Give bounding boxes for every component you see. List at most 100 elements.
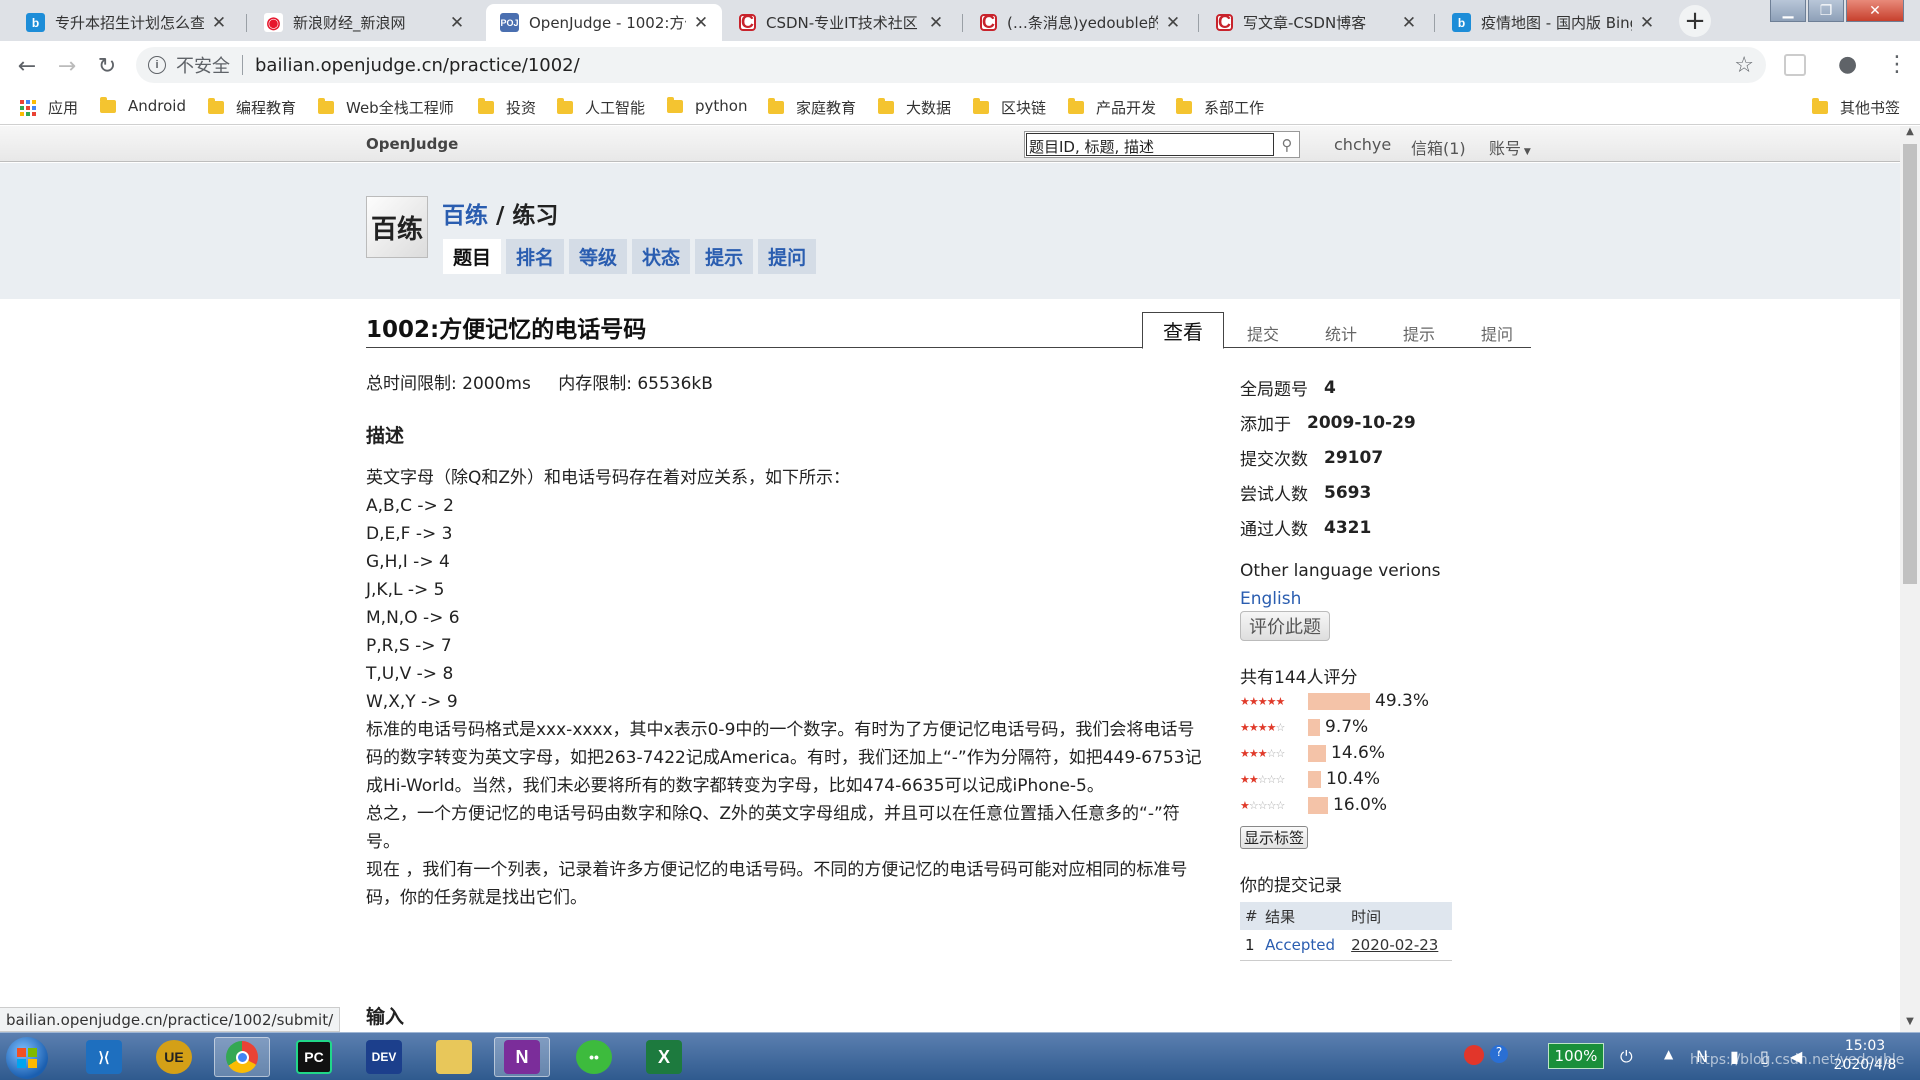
close-icon[interactable]: ✕: [692, 13, 710, 33]
new-tab-button[interactable]: +: [1679, 5, 1711, 37]
bookmark-apps[interactable]: 应用: [20, 97, 78, 118]
taskbar-app[interactable]: DEV: [356, 1037, 412, 1077]
other-bookmarks[interactable]: 其他书签: [1812, 97, 1900, 118]
bookmark-folder[interactable]: 编程教育: [208, 97, 296, 118]
bookmark-folder[interactable]: 大数据: [878, 97, 951, 118]
tab-submit[interactable]: 提交: [1224, 318, 1302, 348]
close-icon[interactable]: ✕: [1638, 13, 1656, 33]
bookmark-folder[interactable]: 家庭教育: [768, 97, 856, 118]
sogou-icon[interactable]: [1464, 1045, 1484, 1065]
start-button[interactable]: [6, 1037, 48, 1079]
browser-tab[interactable]: C 写文章-CSDN博客 ✕: [1202, 4, 1430, 41]
close-icon[interactable]: ✕: [1164, 13, 1182, 33]
url-text[interactable]: bailian.openjudge.cn/practice/1002/: [255, 55, 580, 76]
bookmark-folder[interactable]: 投资: [478, 97, 536, 118]
tray-expand-icon[interactable]: ▲: [1664, 1047, 1673, 1061]
oj-brand-link[interactable]: OpenJudge: [366, 135, 458, 153]
taskbar-app[interactable]: [214, 1037, 270, 1077]
nav-hints[interactable]: 提示: [695, 239, 754, 274]
extension-icon[interactable]: [1784, 54, 1806, 76]
browser-tab[interactable]: ◉ 新浪财经_新浪网 ✕: [250, 4, 478, 41]
breadcrumb-bailian[interactable]: 百练: [442, 203, 488, 229]
browser-toolbar: ← → ↻ i 不安全 bailian.openjudge.cn/practic…: [0, 41, 1920, 89]
account-menu[interactable]: 账号 ▼: [1489, 135, 1531, 159]
bookmark-folder[interactable]: 系部工作: [1176, 97, 1264, 118]
folder-icon: [100, 96, 116, 113]
csdn-icon: C: [739, 12, 756, 32]
scroll-down-icon[interactable]: ▼: [1900, 1016, 1920, 1032]
help-icon[interactable]: ?: [1490, 1045, 1508, 1063]
menu-icon[interactable]: ⋮: [1886, 52, 1908, 77]
rating-stars-icon: ★★★★★: [1240, 694, 1285, 708]
page-scrollbar[interactable]: ▲ ▼: [1900, 126, 1920, 1032]
forward-icon[interactable]: →: [54, 53, 80, 79]
english-version-link[interactable]: English: [1240, 589, 1490, 609]
bailian-logo[interactable]: 百练: [366, 196, 428, 258]
browser-tab[interactable]: b 专升本招生计划怎么查 ✕: [12, 4, 240, 41]
back-icon[interactable]: ←: [14, 53, 40, 79]
tab-view[interactable]: 查看: [1142, 312, 1224, 349]
browser-tab[interactable]: C CSDN-专业IT技术社区 ✕: [725, 4, 957, 41]
bookmark-folder[interactable]: Android: [100, 96, 186, 115]
user-link[interactable]: chchye: [1334, 135, 1391, 154]
watermark-text: https://blog.csdn.net/yedouble: [1690, 1052, 1905, 1068]
description: 英文字母（除Q和Z外）和电话号码存在着对应关系，如下所示： A,B,C -> 2…: [366, 464, 1206, 912]
taskbar-app[interactable]: [426, 1037, 482, 1077]
bookmark-folder[interactable]: 产品开发: [1068, 97, 1156, 118]
caret-down-icon: ▼: [1521, 147, 1531, 157]
browser-tab-active[interactable]: POJ OpenJudge - 1002:方便 ✕: [486, 4, 722, 41]
taskbar-app[interactable]: PC: [286, 1037, 342, 1077]
bookmark-folder[interactable]: 人工智能: [557, 97, 645, 118]
close-icon[interactable]: ✕: [927, 13, 945, 33]
power-plug-icon[interactable]: ⏻: [1620, 1047, 1633, 1067]
search-input[interactable]: 题目ID, 标题, 描述: [1026, 133, 1274, 156]
info-row: 尝试人数 5693: [1240, 482, 1372, 506]
col-result: 结果: [1260, 902, 1347, 930]
close-icon[interactable]: ✕: [210, 13, 228, 33]
taskbar-app[interactable]: ⟩⟨: [76, 1037, 132, 1077]
bookmark-star-icon[interactable]: ☆: [1734, 53, 1754, 78]
taskbar-app[interactable]: UE: [146, 1037, 202, 1077]
address-bar[interactable]: i 不安全 bailian.openjudge.cn/practice/1002…: [136, 47, 1766, 83]
desc-line: P,R,S -> 7: [366, 636, 452, 656]
tab-questions[interactable]: 提问: [1458, 318, 1536, 348]
maximize-button[interactable]: ❐: [1808, 0, 1844, 22]
rate-problem-button[interactable]: 评价此题: [1240, 611, 1330, 641]
submission-heading: 你的提交记录: [1240, 876, 1342, 896]
minimize-button[interactable]: ▁: [1770, 0, 1806, 22]
profile-icon[interactable]: ●: [1838, 52, 1857, 77]
tab-statistics[interactable]: 统计: [1302, 318, 1380, 348]
browser-tab[interactable]: b 疫情地图 - 国内版 Bing ✕: [1438, 4, 1668, 41]
submission-time[interactable]: 2020-02-23: [1346, 930, 1452, 961]
taskbar-app[interactable]: X: [636, 1037, 692, 1077]
close-icon[interactable]: ✕: [448, 13, 466, 33]
browser-tab[interactable]: C (…条消息)yedouble的 ✕: [966, 4, 1194, 41]
nav-ranking[interactable]: 排名: [506, 239, 565, 274]
pycharm-icon: PC: [296, 1040, 332, 1074]
tab-hints[interactable]: 提示: [1380, 318, 1458, 348]
taskbar-app[interactable]: N: [494, 1037, 550, 1077]
scroll-up-icon[interactable]: ▲: [1900, 126, 1920, 142]
show-tags-button[interactable]: 显示标签: [1240, 826, 1309, 849]
info-icon[interactable]: i: [148, 56, 166, 74]
nav-questions[interactable]: 提问: [758, 239, 817, 274]
battery-badge[interactable]: 100%: [1548, 1043, 1604, 1069]
bookmark-folder[interactable]: Web全栈工程师: [318, 97, 454, 118]
bookmark-folder[interactable]: python: [667, 96, 747, 115]
rating-bar: [1308, 744, 1326, 762]
nav-status[interactable]: 状态: [632, 239, 691, 274]
taskbar-app[interactable]: ••: [566, 1037, 622, 1077]
memory-limit: 内存限制: 65536kB: [558, 374, 713, 394]
bookmark-folder[interactable]: 区块链: [973, 97, 1046, 118]
nav-levels[interactable]: 等级: [569, 239, 628, 274]
submission-result-link[interactable]: Accepted: [1260, 930, 1347, 961]
mailbox-link[interactable]: 信箱(1): [1411, 135, 1466, 159]
rating-row: ★★★★★ 49.3%: [1240, 688, 1490, 714]
desc-line: J,K,L -> 5: [366, 580, 445, 600]
window-close-button[interactable]: ✕: [1846, 0, 1904, 22]
search-icon[interactable]: ⚲: [1275, 132, 1299, 157]
close-icon[interactable]: ✕: [1400, 13, 1418, 33]
scrollbar-thumb[interactable]: [1903, 144, 1917, 584]
reload-icon[interactable]: ↻: [94, 53, 120, 79]
nav-problems[interactable]: 题目: [443, 239, 502, 274]
